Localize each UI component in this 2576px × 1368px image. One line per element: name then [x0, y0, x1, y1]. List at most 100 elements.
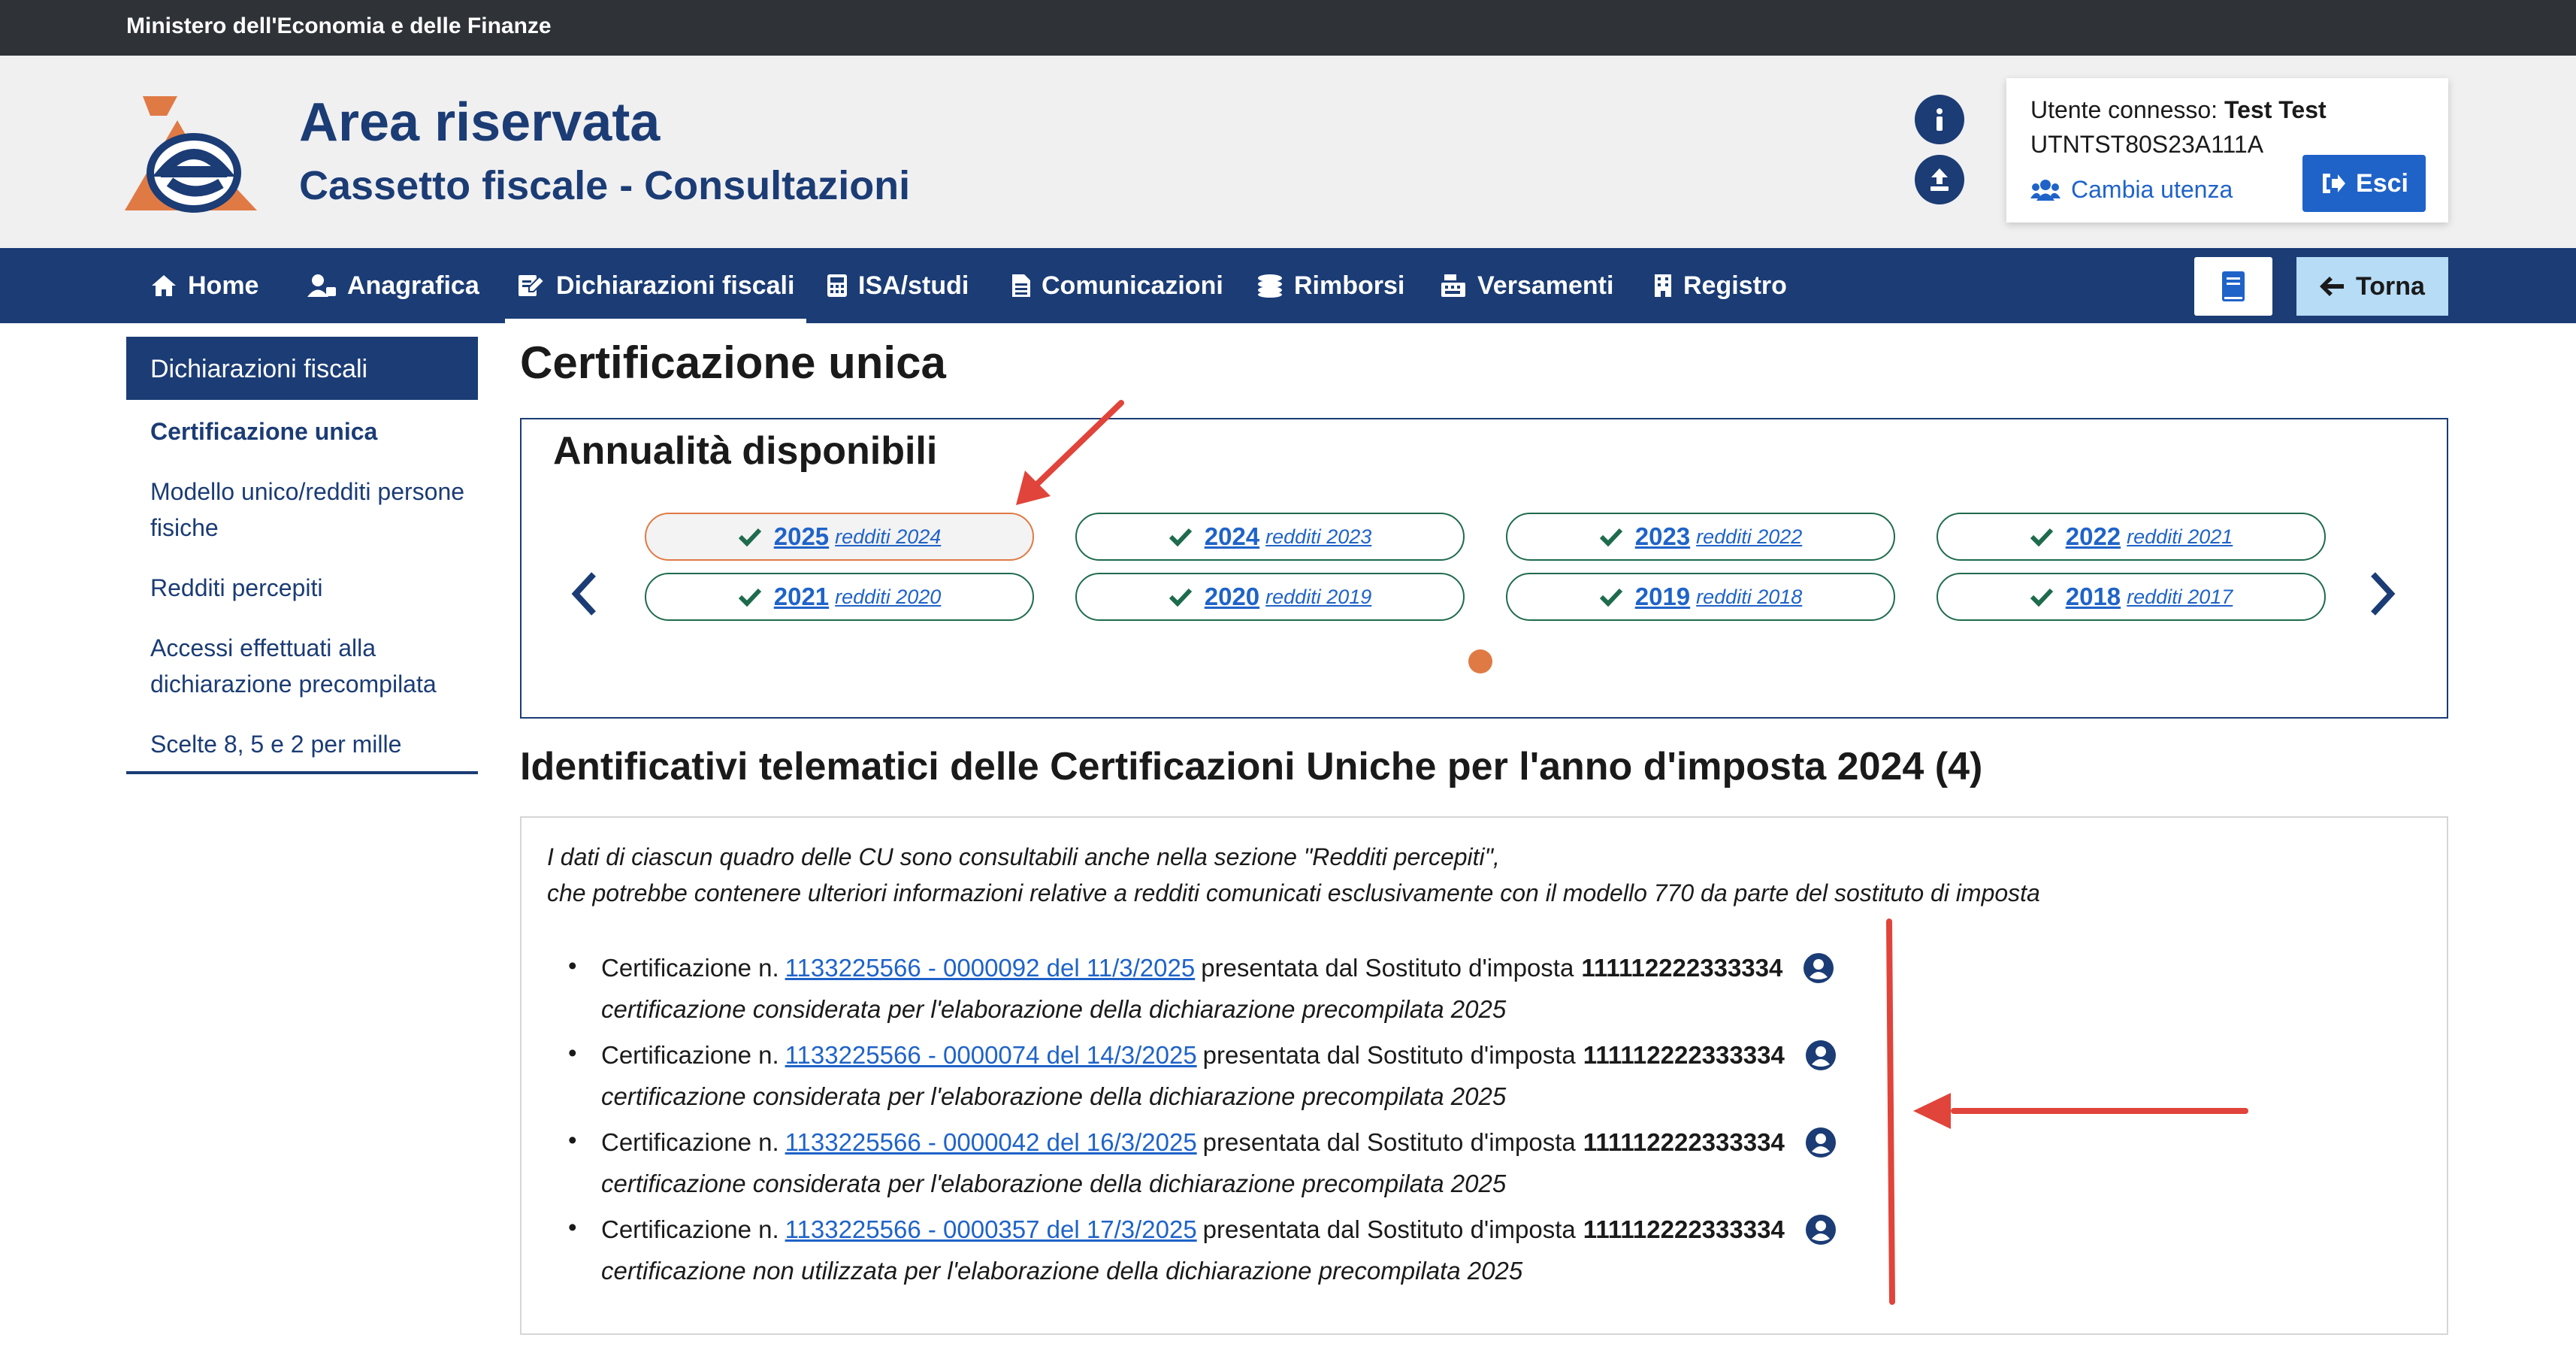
nav-label: Anagrafica [347, 271, 479, 300]
carousel-page-dot[interactable] [1468, 649, 1492, 673]
year-label: 2021 [773, 583, 830, 610]
nav-item-registro[interactable]: Registro [1641, 248, 1799, 323]
main-nav: Home Anagrafica Dichiarazioni fiscali IS… [0, 248, 2576, 323]
nav-label: Registro [1683, 271, 1787, 300]
nav-item-home[interactable]: Home [138, 248, 271, 323]
sidebar-item-certificazione-unica[interactable]: Certificazione unica [150, 413, 466, 449]
year-pill-2018[interactable]: 2018 redditi 2017 [1937, 573, 2326, 621]
info-icon[interactable] [1915, 95, 1964, 144]
nav-label: ISA/studi [858, 271, 969, 300]
income-year-label: redditi 2020 [835, 585, 942, 608]
logout-label: Esci [2356, 168, 2408, 198]
agenzia-logo[interactable] [125, 93, 260, 213]
check-icon [2030, 528, 2053, 546]
user-label: Utente connesso: [2030, 96, 2218, 123]
coins-icon [1258, 274, 1282, 298]
user-name: Test Test [2224, 96, 2327, 123]
sidebar-item-modello-unico[interactable]: Modello unico/redditi persone fisiche [150, 474, 466, 546]
sign-out-icon [2323, 174, 2346, 193]
sidebar-item-redditi-percepiti[interactable]: Redditi percepiti [150, 570, 466, 606]
certification-link[interactable]: 1133225566 - 0000074 del 14/3/2025 [785, 1041, 1197, 1070]
year-pill-2022[interactable]: 2022 redditi 2021 [1937, 513, 2326, 561]
guide-button[interactable] [2194, 257, 2272, 316]
cash-register-icon [1441, 274, 1465, 297]
income-year-label: redditi 2018 [1696, 585, 1803, 608]
certification-link[interactable]: 1133225566 - 0000042 del 16/3/2025 [785, 1128, 1197, 1157]
year-label: 2022 [2065, 522, 2121, 550]
building-icon [1655, 274, 1671, 297]
users-icon [2030, 179, 2060, 201]
carousel-next-button[interactable] [2367, 571, 2397, 620]
page-brand-subtitle: Cassetto fiscale - Consultazioni [299, 163, 911, 208]
nav-item-rimborsi[interactable]: Rimborsi [1244, 248, 1416, 323]
substitute-id: 111112222333334 [1583, 1128, 1785, 1156]
certification-link[interactable]: 1133225566 - 0000357 del 17/3/2025 [785, 1215, 1197, 1244]
certification-note: certificazione non utilizzata per l'elab… [601, 1257, 1523, 1285]
nav-label: Comunicazioni [1042, 271, 1223, 300]
switch-user-label: Cambia utenza [2071, 176, 2233, 203]
edit-document-icon [519, 275, 546, 296]
substitute-id: 111112222333334 [1581, 954, 1783, 982]
certification-line: Certificazione n. 1133225566 - 0000092 d… [601, 952, 1835, 985]
year-pill-2020[interactable]: 2020 redditi 2019 [1075, 573, 1465, 621]
year-pill-2023[interactable]: 2023 redditi 2022 [1506, 513, 1895, 561]
check-icon [1169, 528, 1192, 546]
year-pill-2024[interactable]: 2024 redditi 2023 [1075, 513, 1465, 561]
income-year-label: redditi 2022 [1696, 525, 1803, 548]
nav-label: Home [188, 271, 259, 300]
page-brand-title: Area riservata [299, 92, 661, 153]
carousel-prev-button[interactable] [570, 571, 600, 620]
year-pill-2019[interactable]: 2019 redditi 2018 [1506, 573, 1895, 621]
info-note: I dati di ciascun quadro delle CU sono c… [547, 839, 2040, 911]
year-label: 2020 [1204, 583, 1260, 610]
substitute-id: 111112222333334 [1583, 1215, 1785, 1243]
back-button[interactable]: Torna [2296, 257, 2448, 316]
year-label: 2024 [1204, 522, 1260, 550]
bullet: • [568, 1126, 577, 1154]
bullet: • [568, 1039, 577, 1067]
document-icon [1012, 274, 1030, 297]
section-title: Identificativi telematici delle Certific… [520, 745, 1983, 788]
year-label: 2023 [1634, 522, 1691, 550]
certification-prefix: Certificazione n. [601, 954, 779, 982]
sidebar-heading: Dichiarazioni fiscali [126, 337, 478, 400]
certification-note: certificazione considerata per l'elabora… [601, 1082, 1507, 1110]
user-circle-icon[interactable] [1804, 1039, 1837, 1072]
user-circle-icon[interactable] [1804, 1213, 1837, 1246]
year-pill-2025[interactable]: 2025 redditi 2024 [645, 513, 1034, 561]
income-year-label: redditi 2023 [1265, 525, 1372, 548]
certifications-panel: I dati di ciascun quadro delle CU sono c… [520, 816, 2448, 1335]
user-circle-icon[interactable] [1802, 952, 1835, 985]
check-icon [738, 588, 761, 607]
nav-item-versamenti[interactable]: Versamenti [1428, 248, 1625, 323]
user-circle-icon[interactable] [1804, 1126, 1837, 1159]
chevron-left-icon [571, 572, 596, 616]
certification-link[interactable]: 1133225566 - 0000092 del 11/3/2025 [785, 954, 1196, 982]
years-title: Annualità disponibili [553, 429, 938, 473]
substitute-id: 111112222333334 [1583, 1041, 1785, 1069]
certification-line: Certificazione n. 1133225566 - 0000357 d… [601, 1213, 1837, 1246]
check-icon [1169, 588, 1192, 607]
user-code: UTNTST80S23A111A [2030, 131, 2264, 158]
certification-prefix: Certificazione n. [601, 1215, 779, 1243]
year-label: 2018 [2065, 583, 2121, 610]
ministry-bar: Ministero dell'Economia e delle Finanze [0, 0, 2576, 56]
nav-label: Rimborsi [1294, 271, 1405, 300]
sidebar-item-accessi-precompilata[interactable]: Accessi effettuati alla dichiarazione pr… [150, 630, 466, 702]
chevron-right-icon [2371, 572, 2396, 616]
sidebar-item-scelte-per-mille[interactable]: Scelte 8, 5 e 2 per mille [150, 726, 466, 762]
nav-item-dichiarazioni-fiscali[interactable]: Dichiarazioni fiscali [505, 248, 807, 323]
certification-note: certificazione considerata per l'elabora… [601, 1170, 1507, 1197]
nav-item-comunicazioni[interactable]: Comunicazioni [999, 248, 1235, 323]
certification-prefix: Certificazione n. [601, 1128, 779, 1156]
year-pill-2021[interactable]: 2021 redditi 2020 [645, 573, 1034, 621]
check-icon [1599, 528, 1622, 546]
certification-line: Certificazione n. 1133225566 - 0000074 d… [601, 1039, 1837, 1072]
nav-item-anagrafica[interactable]: Anagrafica [295, 248, 491, 323]
switch-user-link[interactable]: Cambia utenza [2030, 176, 2233, 204]
logout-button[interactable]: Esci [2302, 155, 2426, 212]
upload-icon[interactable] [1915, 155, 1964, 204]
nav-item-isa-studi[interactable]: ISA/studi [815, 248, 981, 323]
ministry-name: Ministero dell'Economia e delle Finanze [126, 14, 552, 38]
user-card-icon [307, 274, 336, 297]
